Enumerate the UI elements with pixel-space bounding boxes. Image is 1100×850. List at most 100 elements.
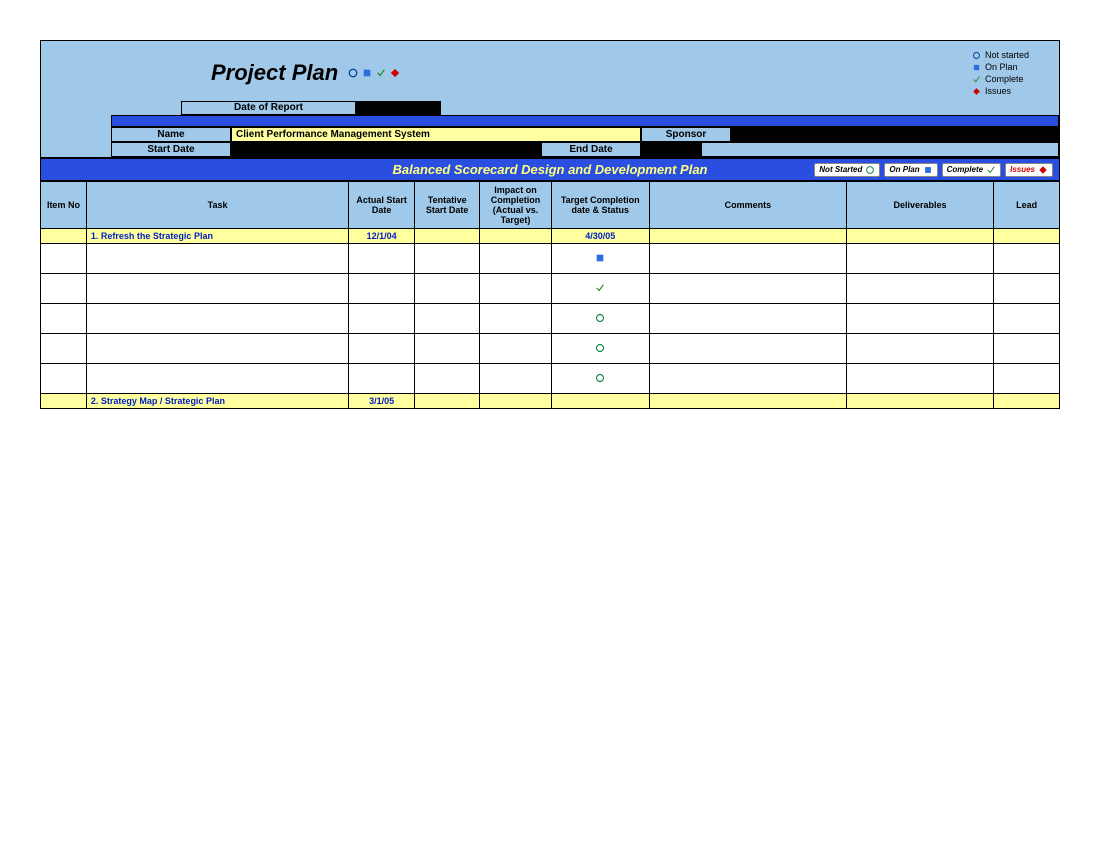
cell-task: 1. Refresh the Strategic Plan xyxy=(86,229,348,244)
cell-tentative-start xyxy=(414,334,480,364)
section-title-bar: Balanced Scorecard Design and Developmen… xyxy=(40,158,1060,181)
cell-tentative-start xyxy=(414,274,480,304)
cell-item-no xyxy=(41,364,87,394)
header-block: Project Plan Not started On Plan Co xyxy=(40,40,1060,158)
table-row xyxy=(41,304,1060,334)
sponsor-value xyxy=(731,127,1059,142)
legend-issues: Issues xyxy=(972,85,1029,97)
end-date-value xyxy=(641,142,701,157)
cell-task: 2. Strategy Map / Strategic Plan xyxy=(86,394,348,409)
legend-label: Not started xyxy=(985,49,1029,61)
cell-task xyxy=(86,304,348,334)
circle-icon xyxy=(595,313,605,323)
circle-icon xyxy=(595,373,605,383)
end-date-label: End Date xyxy=(541,142,641,157)
col-task: Task xyxy=(86,182,348,229)
cell-comments xyxy=(649,334,846,364)
cell-comments xyxy=(649,364,846,394)
cell-target xyxy=(551,274,649,304)
issues-button[interactable]: Issues xyxy=(1005,163,1053,177)
title-status-icons xyxy=(348,68,400,78)
cell-comments xyxy=(649,304,846,334)
diamond-icon xyxy=(1038,165,1048,175)
complete-button[interactable]: Complete xyxy=(942,163,1001,177)
table-row: 2. Strategy Map / Strategic Plan3/1/05 xyxy=(41,394,1060,409)
cell-lead xyxy=(994,304,1060,334)
project-plan-page: Project Plan Not started On Plan Co xyxy=(40,40,1060,409)
cell-actual-start: 12/1/04 xyxy=(349,229,415,244)
cell-item-no xyxy=(41,394,87,409)
col-deliverables: Deliverables xyxy=(846,182,994,229)
name-value: Client Performance Management System xyxy=(231,127,641,142)
start-date-label: Start Date xyxy=(111,142,231,157)
cell-item-no xyxy=(41,274,87,304)
legend-on-plan: On Plan xyxy=(972,61,1029,73)
cell-target xyxy=(551,304,649,334)
check-icon xyxy=(972,75,981,84)
circle-icon xyxy=(972,51,981,60)
cell-lead xyxy=(994,394,1060,409)
legend-label: On Plan xyxy=(985,61,1018,73)
cell-deliverables xyxy=(846,364,994,394)
cell-deliverables xyxy=(846,274,994,304)
name-label: Name xyxy=(111,127,231,142)
cell-lead xyxy=(994,274,1060,304)
cell-impact xyxy=(480,244,551,274)
cell-actual-start: 3/1/05 xyxy=(349,394,415,409)
cell-actual-start xyxy=(349,334,415,364)
button-label: Issues xyxy=(1010,165,1035,174)
on-plan-button[interactable]: On Plan xyxy=(884,163,937,177)
cell-comments xyxy=(649,244,846,274)
cell-item-no xyxy=(41,229,87,244)
status-button-group: Not Started On Plan Complete Issues xyxy=(814,163,1053,177)
cell-actual-start xyxy=(349,304,415,334)
cell-comments xyxy=(649,229,846,244)
cell-actual-start xyxy=(349,274,415,304)
table-row xyxy=(41,244,1060,274)
start-date-value xyxy=(231,142,541,157)
plan-table: Item No Task Actual Start Date Tentative… xyxy=(40,181,1060,409)
not-started-button[interactable]: Not Started xyxy=(814,163,880,177)
circle-icon xyxy=(865,165,875,175)
button-label: Not Started xyxy=(819,165,862,174)
cell-impact xyxy=(480,334,551,364)
cell-impact xyxy=(480,229,551,244)
col-impact: Impact on Completion (Actual vs. Target) xyxy=(480,182,551,229)
circle-icon xyxy=(348,68,358,78)
cell-tentative-start xyxy=(414,244,480,274)
date-report-row: Date of Report xyxy=(41,101,1059,115)
cell-lead xyxy=(994,364,1060,394)
cell-item-no xyxy=(41,334,87,364)
date-report-value xyxy=(356,101,441,115)
cell-lead xyxy=(994,229,1060,244)
cell-tentative-start xyxy=(414,364,480,394)
cell-deliverables xyxy=(846,334,994,364)
col-lead: Lead xyxy=(994,182,1060,229)
header-row: Item No Task Actual Start Date Tentative… xyxy=(41,182,1060,229)
cell-deliverables xyxy=(846,304,994,334)
square-icon xyxy=(972,63,981,72)
button-label: Complete xyxy=(947,165,983,174)
table-row xyxy=(41,364,1060,394)
cell-actual-start xyxy=(349,364,415,394)
cell-target: 4/30/05 xyxy=(551,229,649,244)
cell-task xyxy=(86,244,348,274)
cell-impact xyxy=(480,364,551,394)
table-row xyxy=(41,334,1060,364)
legend-not-started: Not started xyxy=(972,49,1029,61)
button-label: On Plan xyxy=(889,165,919,174)
square-icon xyxy=(923,165,933,175)
cell-task xyxy=(86,274,348,304)
cell-tentative-start xyxy=(414,394,480,409)
blue-separator-bar xyxy=(111,115,1059,127)
cell-task xyxy=(86,334,348,364)
cell-deliverables xyxy=(846,244,994,274)
cell-tentative-start xyxy=(414,229,480,244)
cell-comments xyxy=(649,274,846,304)
cell-lead xyxy=(994,244,1060,274)
square-icon xyxy=(362,68,372,78)
square-icon xyxy=(595,253,605,263)
col-tentative-start: Tentative Start Date xyxy=(414,182,480,229)
date-report-label: Date of Report xyxy=(181,101,356,115)
col-comments: Comments xyxy=(649,182,846,229)
